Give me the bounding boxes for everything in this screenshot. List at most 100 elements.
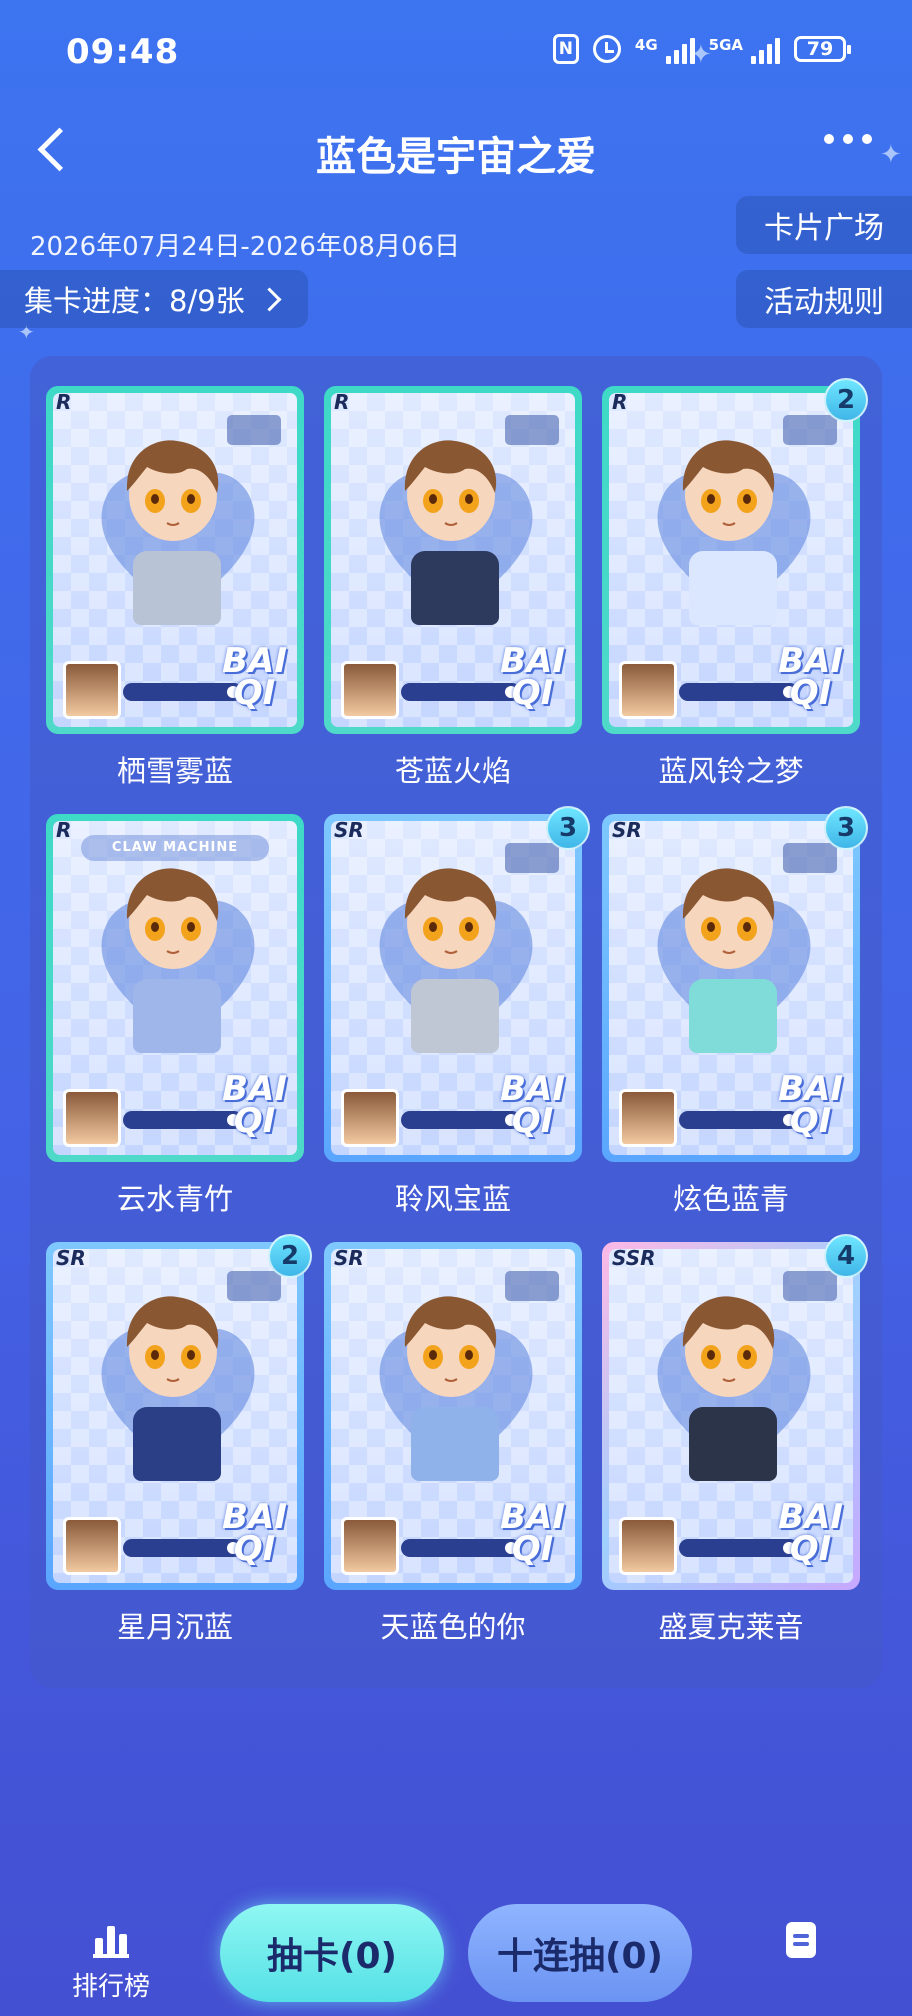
rarity-tag: SR [334, 1246, 364, 1270]
speech-bubble-decoration [783, 1271, 837, 1301]
bai-qi-logo: BAI QI [500, 1069, 565, 1141]
collect-card[interactable]: BAI QI SSR 4 [602, 1234, 868, 1590]
rules-button[interactable]: 活动规则 [736, 270, 912, 328]
card-thumbnail [63, 1089, 121, 1147]
ranking-button[interactable]: 排行榜 [66, 1920, 156, 2003]
character-avatar [682, 440, 775, 541]
speech-bubble-decoration [505, 843, 559, 873]
network-5ga-label: 5GA [708, 36, 743, 54]
progress-label: 集卡进度：8/9张 [24, 284, 245, 318]
rarity-tag: R [56, 818, 72, 842]
more-icon[interactable] [824, 134, 872, 144]
character-avatar [126, 1296, 219, 1397]
character-body [411, 1407, 499, 1481]
card-art: BAI QI [609, 821, 853, 1155]
card-name: 聆风宝蓝 [394, 1182, 511, 1216]
collect-card[interactable]: BAI QI SR 2 [46, 1234, 312, 1590]
card-count-badge: 3 [546, 806, 590, 850]
network-4g-label: 4G [634, 36, 658, 54]
collect-card[interactable]: BAI QI R [324, 386, 582, 734]
collect-card[interactable]: BAI QI R [46, 386, 304, 734]
status-icons: N 4G 5GA 79 [552, 34, 851, 64]
character-body [411, 979, 499, 1053]
card-name: 栖雪雾蓝 [116, 754, 233, 788]
collect-card[interactable]: BAI QI R 2 [602, 378, 868, 734]
card-art: BAI QI [609, 393, 853, 727]
bai-qi-logo: BAI QI [500, 641, 565, 713]
rarity-tag: SR [612, 818, 642, 842]
card-art: BAI QI [53, 1249, 297, 1583]
rarity-tag: SSR [612, 1246, 656, 1270]
ranking-label: 排行榜 [71, 1972, 150, 2002]
status-bar: 09:48 N 4G 5GA 79 [0, 32, 912, 82]
bai-qi-logo: BAI QI [222, 1497, 287, 1569]
record-icon[interactable] [786, 1922, 816, 1958]
progress-button[interactable]: 集卡进度：8/9张 [0, 270, 308, 328]
bai-qi-logo: BAI QI [222, 1069, 287, 1141]
bai-qi-logo: BAI QI [778, 641, 843, 713]
character-avatar [682, 1296, 775, 1397]
card-count-badge: 3 [824, 806, 868, 850]
card-art: BAI QI [609, 1249, 853, 1583]
card-count-badge: 2 [268, 1234, 312, 1278]
character-avatar [404, 1296, 497, 1397]
collect-card[interactable]: CLAW MACHINE BAI QI R [46, 814, 304, 1162]
card-thumbnail [619, 661, 677, 719]
card-thumbnail [341, 661, 399, 719]
speech-bubble-decoration [505, 1271, 559, 1301]
event-dates: 2026年07月24日-2026年08月06日 [30, 232, 461, 262]
card-art: BAI QI [331, 1249, 575, 1583]
card-art: BAI QI [331, 821, 575, 1155]
collect-card[interactable]: BAI QI SR 3 [324, 806, 590, 1162]
rarity-tag: R [334, 390, 350, 414]
character-avatar [404, 440, 497, 541]
bai-qi-logo: BAI QI [222, 641, 287, 713]
speech-bubble-decoration [227, 1271, 281, 1301]
draw-card-button[interactable]: 抽卡(0) [220, 1904, 444, 2002]
ranking-icon [93, 1920, 129, 1958]
speech-bubble-decoration [783, 843, 837, 873]
collect-card[interactable]: BAI QI SR [324, 1242, 582, 1590]
battery-icon: 79 [794, 36, 851, 62]
page-title: 蓝色是宇宙之爱 [316, 134, 596, 180]
bai-qi-logo: BAI QI [500, 1497, 565, 1569]
character-body [133, 1407, 221, 1481]
ten-draw-button[interactable]: 十连抽(0) [468, 1904, 692, 2002]
character-avatar [404, 868, 497, 969]
alarm-icon [592, 35, 621, 63]
nfc-icon: N [552, 34, 579, 64]
speech-bubble-decoration [505, 415, 559, 445]
signal-icon [665, 34, 695, 64]
card-name: 蓝风铃之梦 [658, 754, 804, 788]
status-time: 09:48 [66, 32, 180, 72]
bai-qi-logo: BAI QI [778, 1069, 843, 1141]
card-art: BAI QI [53, 393, 297, 727]
speech-bubble-decoration [227, 415, 281, 445]
card-name: 星月沉蓝 [116, 1610, 233, 1644]
collect-card[interactable]: BAI QI SR 3 [602, 806, 868, 1162]
character-body [689, 551, 777, 625]
card-name: 云水青竹 [116, 1182, 233, 1216]
claw-machine-label: CLAW MACHINE [81, 835, 269, 861]
signal-icon [751, 34, 780, 64]
card-count-badge: 2 [824, 378, 868, 422]
card-square-button[interactable]: 卡片广场 [736, 196, 912, 254]
character-body [133, 551, 221, 625]
character-avatar [126, 440, 219, 541]
character-avatar [126, 868, 219, 969]
card-name: 盛夏克莱音 [658, 1610, 804, 1644]
character-body [689, 979, 777, 1053]
character-body [689, 1407, 777, 1481]
card-art: CLAW MACHINE BAI QI [53, 821, 297, 1155]
bai-qi-logo: BAI QI [778, 1497, 843, 1569]
rarity-tag: SR [334, 818, 364, 842]
card-thumbnail [63, 661, 121, 719]
card-name: 天蓝色的你 [380, 1610, 526, 1644]
card-name: 炫色蓝青 [672, 1182, 789, 1216]
card-thumbnail [341, 1089, 399, 1147]
card-thumbnail [619, 1089, 677, 1147]
rarity-tag: R [56, 390, 72, 414]
card-thumbnail [63, 1517, 121, 1575]
card-count-badge: 4 [824, 1234, 868, 1278]
card-thumbnail [341, 1517, 399, 1575]
